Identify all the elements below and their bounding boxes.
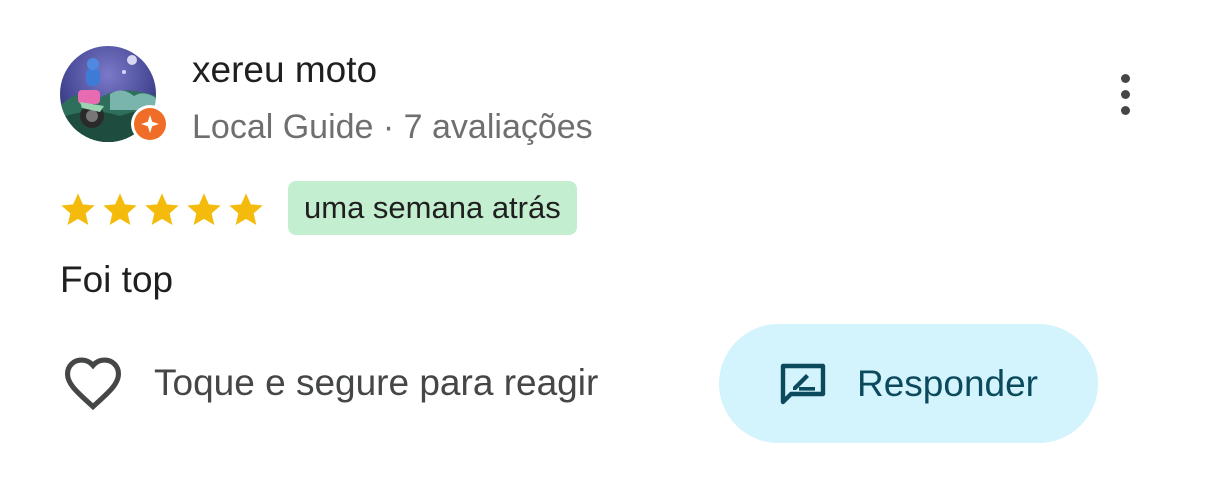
star-icon — [103, 193, 137, 225]
local-guide-badge — [131, 105, 169, 143]
author-meta[interactable]: Local Guide · 7 avaliações — [192, 106, 593, 148]
review-card: xereu moto Local Guide · 7 avaliações um… — [0, 0, 1219, 477]
author-avatar-group[interactable] — [60, 46, 170, 146]
star-rating — [58, 190, 266, 230]
react-label: Toque e segure para reagir — [154, 362, 599, 403]
star-icon — [61, 193, 95, 225]
more-options-button[interactable] — [1100, 66, 1150, 122]
star-icon — [187, 193, 221, 225]
star-icon — [229, 193, 263, 225]
star-icon — [145, 193, 179, 225]
more-vert-icon-dot — [1120, 105, 1130, 115]
local-guide-star-icon — [134, 108, 166, 140]
review-date-badge: uma semana atrás — [288, 181, 577, 235]
reply-button[interactable]: Responder — [719, 324, 1098, 443]
heart-outline-icon — [64, 357, 122, 411]
author-name[interactable]: xereu moto — [192, 48, 377, 92]
react-button[interactable]: Toque e segure para reagir — [62, 352, 598, 414]
more-vert-icon — [1120, 73, 1130, 83]
review-text: Foi top — [60, 259, 174, 300]
more-vert-icon-dot — [1120, 89, 1130, 99]
reply-label: Responder — [856, 362, 1038, 404]
reply-review-icon — [780, 363, 826, 404]
